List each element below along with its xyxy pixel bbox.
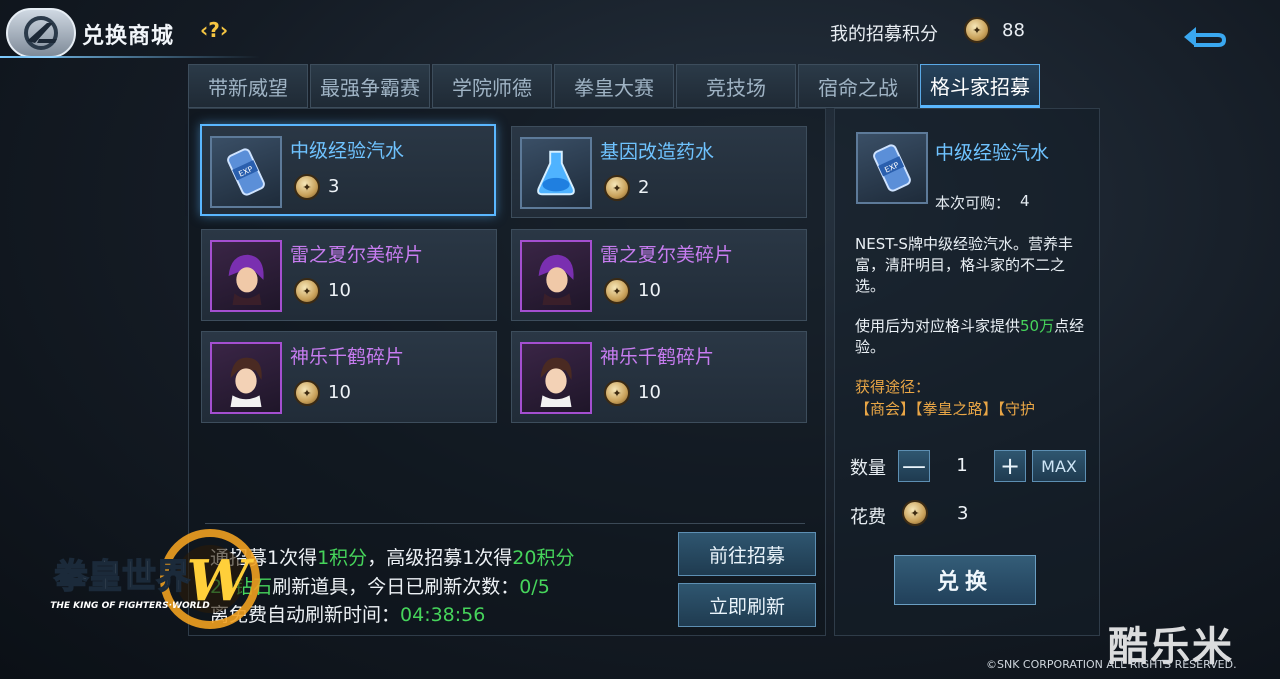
cost-label: 花费: [850, 507, 886, 528]
detail-item-name: 中级经验汽水: [935, 142, 1050, 164]
item-price: 2: [638, 177, 650, 198]
copyright-notice: ©SNK CORPORATION ALL RIGHTS RESERVED.: [986, 658, 1237, 671]
page-title: 兑换商城: [82, 24, 175, 49]
header-divider: [0, 56, 260, 58]
source-label: 获得途径：: [855, 378, 931, 396]
goto-recruit-button[interactable]: 前往招募: [678, 532, 816, 576]
item-name: 中级经验汽水: [290, 140, 405, 162]
exp-soda-icon: EXP: [210, 136, 282, 208]
tab-academy-virtue[interactable]: 学院师德: [432, 64, 552, 108]
potion-flask-icon: [520, 137, 592, 209]
points-value: 88: [1002, 20, 1025, 41]
quantity-max-button[interactable]: MAX: [1032, 450, 1086, 482]
exchange-button[interactable]: 兑换: [894, 555, 1036, 605]
item-name: 雷之夏尔美碎片: [290, 244, 424, 266]
item-price: 3: [328, 176, 340, 197]
shop-item-card[interactable]: EXP 中级经验汽水 ✦ 3: [200, 124, 496, 216]
exp-soda-icon: EXP: [856, 132, 928, 204]
item-price: 10: [328, 382, 351, 403]
item-price: 10: [328, 280, 351, 301]
recruit-coin-icon: ✦: [604, 175, 630, 201]
tab-kof-contest[interactable]: 拳皇大赛: [554, 64, 674, 108]
svg-text:拳皇世界: 拳皇世界: [53, 557, 190, 597]
item-price: 10: [638, 280, 661, 301]
game-emblem: [6, 8, 76, 58]
svg-text:THE KING OF FIGHTERS·WORLD: THE KING OF FIGHTERS·WORLD: [50, 601, 210, 611]
quantity-decrease-button[interactable]: —: [898, 450, 930, 482]
recruit-coin-icon: ✦: [604, 380, 630, 406]
cost-value: 3: [957, 503, 969, 524]
shop-item-card[interactable]: 神乐千鹤碎片 ✦ 10: [201, 331, 497, 423]
chizuru-portrait-icon: [520, 342, 592, 414]
shop-item-card[interactable]: 基因改造药水 ✦ 2: [511, 126, 807, 218]
quantity-label: 数量: [850, 458, 886, 479]
quantity-increase-button[interactable]: +: [994, 450, 1026, 482]
recruit-coin-icon: ✦: [294, 174, 320, 200]
item-description: NEST-S牌中级经验汽水。营养丰富，清肝明目，格斗家的不二之选。: [855, 235, 1073, 295]
item-name: 基因改造药水: [600, 141, 715, 163]
quantity-value: 1: [956, 455, 968, 476]
tab-fate-battle[interactable]: 宿命之战: [798, 64, 918, 108]
back-button[interactable]: [1180, 22, 1230, 52]
recruit-coin-icon: ✦: [294, 380, 320, 406]
shermie-portrait-icon: [520, 240, 592, 312]
tab-arena[interactable]: 竞技场: [676, 64, 796, 108]
shermie-portrait-icon: [210, 240, 282, 312]
points-label: 我的招募积分: [830, 24, 938, 45]
purchase-limit-value: 4: [1020, 192, 1030, 210]
item-effect: 使用后为对应格斗家提供50万点经验。: [855, 317, 1085, 356]
item-name: 神乐千鹤碎片: [290, 346, 405, 368]
shop-item-card[interactable]: 雷之夏尔美碎片 ✦ 10: [201, 229, 497, 321]
game-logo: W 拳皇世界 THE KING OF FIGHTERS·WORLD: [10, 524, 270, 634]
chizuru-portrait-icon: [210, 342, 282, 414]
refresh-now-button[interactable]: 立即刷新: [678, 583, 816, 627]
purchase-limit-label: 本次可购：: [935, 194, 1011, 212]
recruit-coin-icon: ✦: [964, 17, 990, 43]
shop-item-card[interactable]: 雷之夏尔美碎片 ✦ 10: [511, 229, 807, 321]
tab-new-prestige[interactable]: 带新威望: [188, 64, 308, 108]
item-name: 雷之夏尔美碎片: [600, 244, 734, 266]
recruit-coin-icon: ✦: [604, 278, 630, 304]
category-tabs: 带新威望 最强争霸赛 学院师德 拳皇大赛 竞技场 宿命之战 格斗家招募: [188, 64, 1042, 108]
source-list: 【商会】【拳皇之路】【守护: [855, 400, 1036, 418]
item-name: 神乐千鹤碎片: [600, 346, 715, 368]
info-divider: [205, 523, 805, 524]
shop-item-card[interactable]: 神乐千鹤碎片 ✦ 10: [511, 331, 807, 423]
recruit-coin-icon: ✦: [902, 500, 928, 526]
tab-fighter-recruit[interactable]: 格斗家招募: [920, 64, 1040, 108]
help-button[interactable]: ‹?›: [200, 18, 236, 44]
recruit-coin-icon: ✦: [294, 278, 320, 304]
item-price: 10: [638, 382, 661, 403]
tab-strongest-tournament[interactable]: 最强争霸赛: [310, 64, 430, 108]
kof-emblem-icon: [24, 16, 58, 50]
back-arrow-icon: [1184, 27, 1226, 47]
help-icon: ?: [208, 18, 220, 42]
